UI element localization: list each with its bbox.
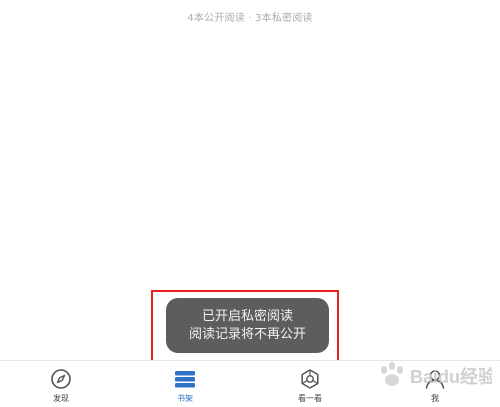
bookshelf-icon: [175, 371, 195, 388]
watermark-text: Baidu经验: [410, 366, 492, 387]
baidu-jingyan-watermark: Baidu经验: [381, 362, 492, 387]
toast-line-1: 已开启私密阅读: [201, 308, 293, 324]
tab-bookshelf[interactable]: 书架: [155, 368, 215, 406]
tab-look-label: 看一看: [298, 394, 322, 403]
tab-discover[interactable]: 发现: [31, 368, 91, 406]
toast-line-2: 阅读记录将不再公开: [188, 326, 306, 342]
private-reading-toast: 已开启私密阅读 阅读记录将不再公开: [166, 298, 329, 353]
tab-look[interactable]: 看一看: [280, 368, 340, 406]
compass-icon: [51, 369, 71, 389]
tab-bookshelf-label: 书架: [177, 394, 193, 403]
reading-stats-text: 4本公开阅读 · 3本私密阅读: [187, 13, 313, 24]
look-icon: [301, 369, 319, 389]
screen: 4本公开阅读 · 3本私密阅读 已开启私密阅读 阅读记录将不再公开 发现 书架: [0, 0, 500, 407]
tab-discover-label: 发现: [53, 394, 69, 403]
